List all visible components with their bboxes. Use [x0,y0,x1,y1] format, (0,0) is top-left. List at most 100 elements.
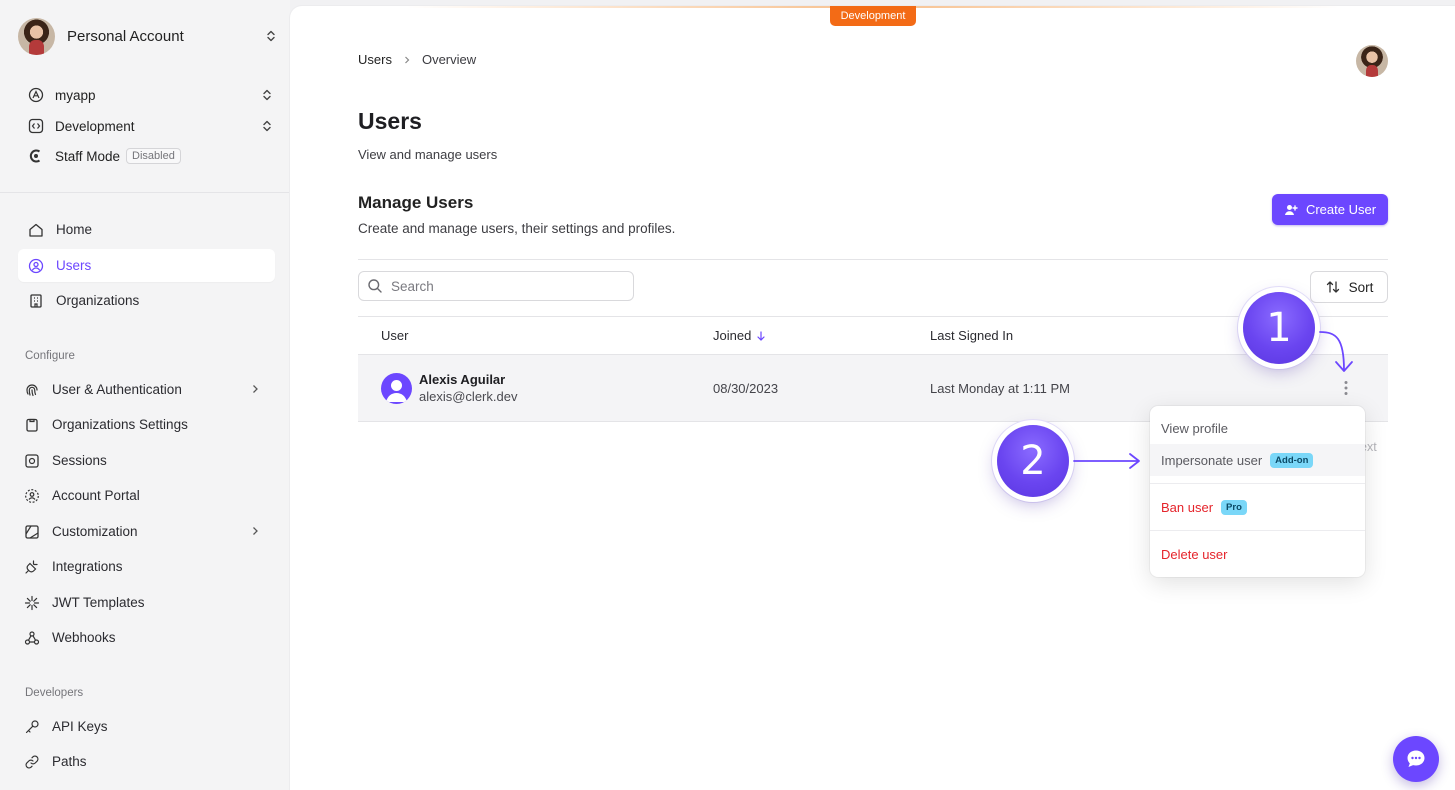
user-circle-icon [28,258,44,273]
staff-mode-badge: Disabled [126,148,181,164]
building-icon [30,293,42,308]
sidebar-item-label: JWT Templates [52,595,145,610]
sidebar-item-label: Sessions [52,453,107,468]
sidebar-item-label: Paths [52,754,87,769]
sessions-icon [25,453,39,468]
sidebar-item-paths[interactable]: Paths [14,745,271,778]
arrow-curved-icon [1319,331,1353,372]
chat-bubble-icon [1407,750,1425,767]
sidebar-item-user-authentication[interactable]: User & Authentication [14,373,271,406]
sidebar-item-organizations-settings[interactable]: Organizations Settings [14,408,271,441]
sidebar-item-users[interactable]: Users [18,249,275,282]
app-logo-icon [28,87,44,103]
webhook-icon [24,630,40,645]
chevron-right-icon [405,56,410,63]
sidebar-item-label: Organizations [56,293,140,308]
sidebar-item-customization[interactable]: Customization [14,515,271,548]
code-icon [28,118,44,134]
sidebar-item-webhooks[interactable]: Webhooks [14,621,271,654]
menu-divider [1150,530,1365,531]
sidebar-item-api-keys[interactable]: API Keys [14,710,271,743]
sidebar-item-home[interactable]: Home [18,213,275,246]
key-icon [25,719,39,733]
sidebar-item-label: Users [56,258,92,273]
arrow-right-icon [1073,453,1140,469]
row-actions-button[interactable] [1337,378,1355,398]
section-label-configure: Configure [25,350,75,362]
environment-name: Development [55,118,135,134]
sidebar-item-label: Home [56,222,93,237]
sidebar-item-integrations[interactable]: Integrations [14,550,271,583]
clipboard-icon [26,418,38,432]
staff-mode-toggle[interactable]: Staff Mode Disabled [28,145,274,167]
menu-item-impersonate-user[interactable]: Impersonate user Add-on [1150,444,1365,476]
kebab-menu-icon [1344,381,1348,395]
clerk-logo-icon [29,149,41,163]
sidebar: Personal Account myapp Development Staff… [0,0,290,790]
create-user-button[interactable]: Create User [1272,194,1388,225]
link-icon [25,755,39,768]
user-joined-date: 08/30/2023 [713,381,779,396]
sort-arrows-icon [1326,281,1339,293]
sidebar-divider [0,192,290,193]
sidebar-item-jwt-templates[interactable]: JWT Templates [14,586,271,619]
section-divider [358,259,1388,260]
chat-support-button[interactable] [1393,736,1439,782]
user-plus-icon [1284,204,1298,215]
search-input[interactable] [391,278,621,294]
sidebar-item-label: User & Authentication [52,382,182,397]
step-callout-1: 1 [1243,292,1315,364]
menu-item-view-profile[interactable]: View profile [1150,412,1365,444]
arrow-down-icon [757,330,765,341]
sidebar-item-label: Webhooks [52,630,116,645]
menu-item-label: Impersonate user [1161,452,1263,468]
sidebar-item-sessions[interactable]: Sessions [14,444,271,477]
user-email: alexis@clerk.dev [419,389,518,404]
menu-item-label: View profile [1161,420,1228,436]
breadcrumb: Users Overview [358,52,476,67]
chevron-updown-icon [263,120,271,132]
account-avatar [18,17,55,55]
chevron-right-icon [253,527,258,535]
breadcrumb-users[interactable]: Users [358,52,392,67]
column-header-label: User [381,328,409,343]
account-switcher[interactable]: Personal Account [18,16,278,56]
environment-switcher[interactable]: Development [28,115,274,137]
page-title: Users [358,108,422,134]
sort-button[interactable]: Sort [1310,271,1388,303]
search-box[interactable] [358,271,634,301]
column-header-last-signed-in: Last Signed In [930,328,1013,343]
sort-label: Sort [1348,279,1374,295]
column-header-label: Last Signed In [930,328,1014,343]
chevron-right-icon [253,385,258,393]
sidebar-item-label: Integrations [52,559,123,574]
user-last-signed-in: Last Monday at 1:11 PM [930,381,1070,396]
menu-item-ban-user[interactable]: Ban user Pro [1150,491,1365,523]
search-icon [368,279,382,293]
sidebar-item-label: API Keys [52,719,108,734]
staff-mode-label: Staff Mode [55,148,121,164]
menu-item-label: Delete user [1161,546,1228,562]
row-actions-menu: View profile Impersonate user Add-on Ban… [1150,406,1365,577]
column-header-user: User [381,328,408,343]
section-title: Manage Users [358,193,474,212]
home-icon [29,223,43,237]
chevron-updown-icon [267,30,275,42]
user-avatar [381,373,412,404]
chevron-updown-icon [263,89,271,101]
menu-item-label: Ban user [1161,499,1214,515]
menu-item-delete-user[interactable]: Delete user [1150,538,1365,570]
sidebar-item-label: Customization [52,524,138,539]
sidebar-item-label: Account Portal [52,488,140,503]
table-top-border [358,316,1388,317]
app-switcher[interactable]: myapp [28,84,274,106]
sidebar-item-account-portal[interactable]: Account Portal [14,479,271,512]
sidebar-item-organizations[interactable]: Organizations [18,284,275,317]
app-name: myapp [55,87,96,103]
plug-icon [25,559,38,574]
user-menu-avatar[interactable] [1356,45,1388,77]
column-header-joined[interactable]: Joined [713,328,766,343]
sidebar-item-label: Organizations Settings [52,417,188,432]
breadcrumb-overview: Overview [421,52,477,67]
menu-divider [1150,483,1365,484]
